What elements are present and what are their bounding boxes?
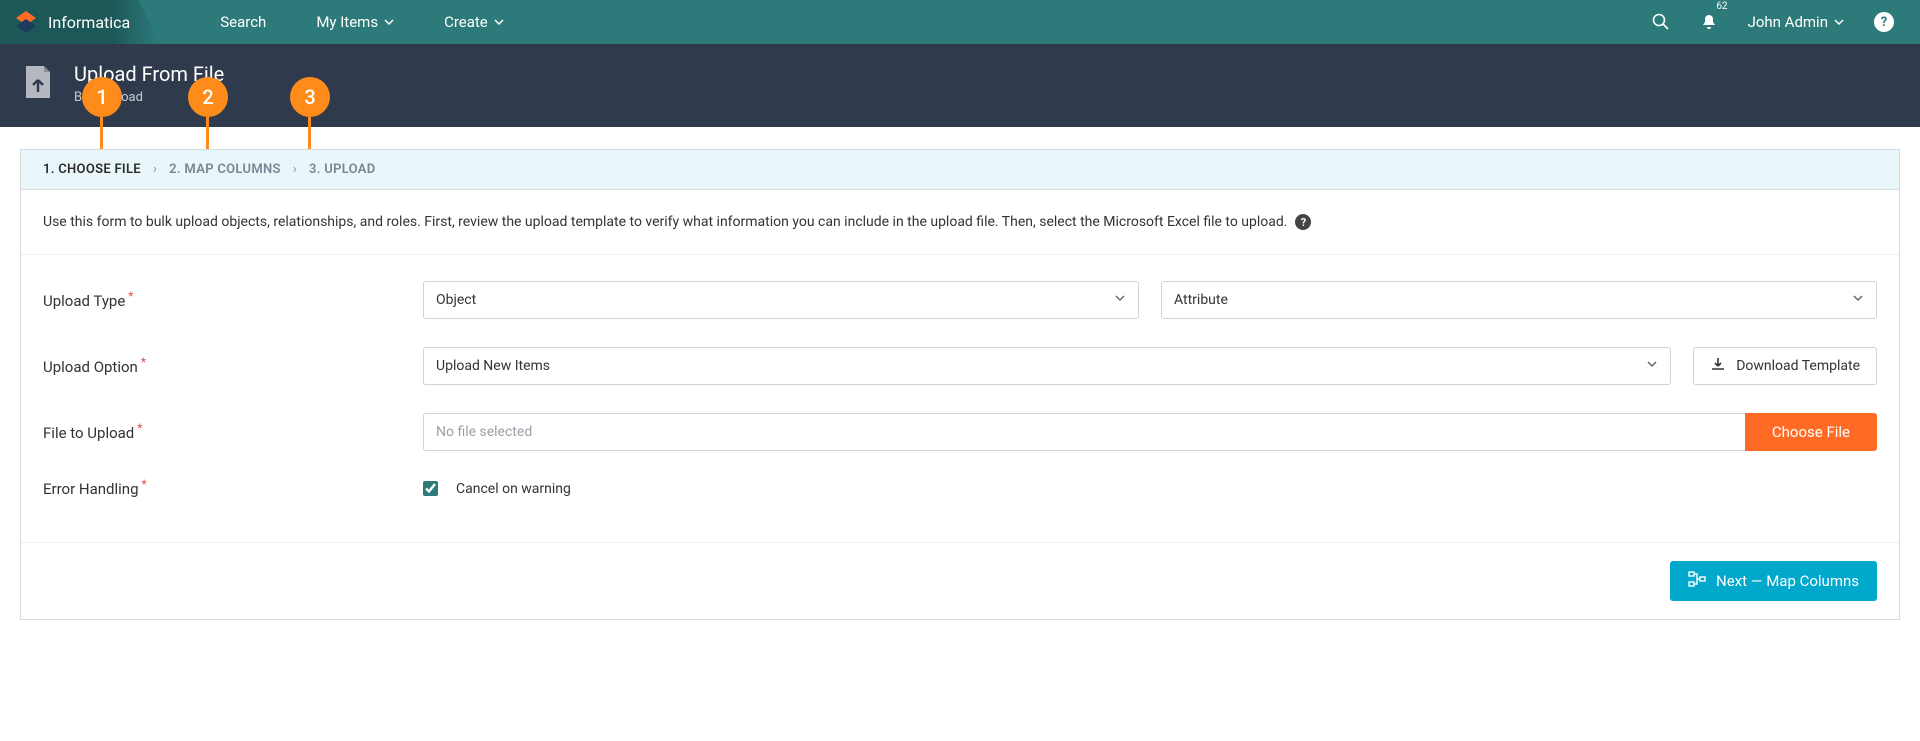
cancel-on-warning-label: Cancel on warning	[456, 481, 571, 497]
upload-card: 1. CHOOSE FILE › 2. MAP COLUMNS › 3. UPL…	[20, 149, 1900, 620]
upload-type-primary-value: Object	[436, 292, 476, 308]
chevron-down-icon	[384, 13, 394, 31]
upload-file-icon	[20, 64, 56, 104]
nav-links: Search My Items Create	[220, 0, 504, 44]
upload-option-label-wrap: Upload Option*	[43, 357, 423, 376]
map-columns-icon	[1688, 570, 1706, 592]
required-indicator: *	[137, 421, 142, 435]
notification-count-badge: 62	[1716, 1, 1727, 12]
row-upload-type: Upload Type* Object Attribute	[43, 263, 1877, 329]
chevron-down-icon	[1852, 292, 1864, 308]
upload-type-secondary-select[interactable]: Attribute	[1161, 281, 1877, 319]
download-template-label: Download Template	[1736, 358, 1860, 374]
chevron-right-icon: ›	[153, 162, 157, 177]
user-menu[interactable]: John Admin	[1748, 13, 1844, 31]
notification-bell-icon[interactable]: 62	[1700, 13, 1718, 31]
nav-create-label: Create	[444, 13, 488, 31]
file-controls: No file selected Choose File	[423, 413, 1877, 451]
error-handling-controls: Cancel on warning	[423, 481, 1877, 497]
help-icon[interactable]: ?	[1874, 12, 1894, 32]
file-path-display: No file selected	[423, 413, 1745, 451]
instruction-row: Use this form to bulk upload objects, re…	[21, 190, 1899, 255]
wizard-step-upload[interactable]: 3. UPLOAD	[309, 162, 376, 177]
upload-type-label: Upload Type	[43, 292, 125, 310]
nav-right: 62 John Admin ?	[1652, 12, 1920, 32]
upload-option-value: Upload New Items	[436, 358, 550, 374]
instruction-text: Use this form to bulk upload objects, re…	[43, 214, 1287, 230]
form-area: Upload Type* Object Attribute	[21, 255, 1899, 542]
wizard-step-map-columns[interactable]: 2. MAP COLUMNS	[169, 162, 281, 177]
chevron-down-icon	[1834, 13, 1844, 31]
file-to-upload-label-wrap: File to Upload*	[43, 423, 423, 442]
nav-item-create[interactable]: Create	[444, 13, 504, 31]
wizard-steps: 1. CHOOSE FILE › 2. MAP COLUMNS › 3. UPL…	[21, 150, 1899, 190]
file-to-upload-label: File to Upload	[43, 424, 134, 442]
chevron-down-icon	[494, 13, 504, 31]
chevron-right-icon: ›	[293, 162, 297, 177]
nav-item-my-items[interactable]: My Items	[316, 13, 394, 31]
nav-item-search[interactable]: Search	[220, 13, 266, 31]
row-error-handling: Error Handling* Cancel on warning	[43, 461, 1877, 520]
help-tooltip-icon[interactable]: ?	[1295, 214, 1311, 230]
brand-logo-icon	[14, 10, 38, 34]
card-footer: Next — Map Columns	[21, 542, 1899, 619]
upload-option-controls: Upload New Items Download Template	[423, 347, 1877, 385]
annotation-line-1	[100, 117, 103, 149]
upload-type-label-wrap: Upload Type*	[43, 291, 423, 310]
page-header: Upload From File Bulk Upload	[0, 44, 1920, 127]
annotation-callout-3: 3	[290, 77, 330, 117]
download-icon	[1710, 356, 1726, 376]
next-map-columns-button[interactable]: Next — Map Columns	[1670, 561, 1877, 601]
annotation-callout-1: 1	[82, 77, 122, 117]
choose-file-button[interactable]: Choose File	[1745, 413, 1877, 451]
cancel-on-warning-checkbox[interactable]	[423, 481, 438, 496]
upload-option-label: Upload Option	[43, 358, 138, 376]
brand-block[interactable]: Informatica	[0, 0, 160, 44]
chevron-down-icon	[1114, 292, 1126, 308]
top-nav: Informatica Search My Items Create 62 Jo…	[0, 0, 1920, 44]
error-handling-label-wrap: Error Handling*	[43, 479, 423, 498]
row-file-to-upload: File to Upload* No file selected Choose …	[43, 395, 1877, 461]
search-icon[interactable]	[1652, 13, 1670, 31]
upload-type-controls: Object Attribute	[423, 281, 1877, 319]
brand-name: Informatica	[48, 13, 130, 32]
row-upload-option: Upload Option* Upload New Items Download…	[43, 329, 1877, 395]
error-handling-label: Error Handling	[43, 480, 139, 498]
next-button-label: Next — Map Columns	[1716, 572, 1859, 590]
required-indicator: *	[141, 355, 146, 369]
upload-option-select[interactable]: Upload New Items	[423, 347, 1671, 385]
annotation-callout-2: 2	[188, 77, 228, 117]
chevron-down-icon	[1646, 358, 1658, 374]
annotation-line-2	[206, 117, 209, 149]
annotation-line-3	[308, 117, 311, 149]
wizard-step-choose-file[interactable]: 1. CHOOSE FILE	[43, 162, 141, 177]
main-content: 1 2 3 1. CHOOSE FILE › 2. MAP COLUMNS › …	[0, 127, 1920, 640]
choose-file-label: Choose File	[1772, 423, 1850, 441]
nav-my-items-label: My Items	[316, 13, 378, 31]
required-indicator: *	[128, 289, 133, 303]
user-name-label: John Admin	[1748, 13, 1828, 31]
upload-type-primary-select[interactable]: Object	[423, 281, 1139, 319]
required-indicator: *	[142, 477, 147, 491]
download-template-button[interactable]: Download Template	[1693, 347, 1877, 385]
file-placeholder-text: No file selected	[436, 424, 532, 440]
nav-search-label: Search	[220, 13, 266, 31]
upload-type-secondary-value: Attribute	[1174, 292, 1228, 308]
